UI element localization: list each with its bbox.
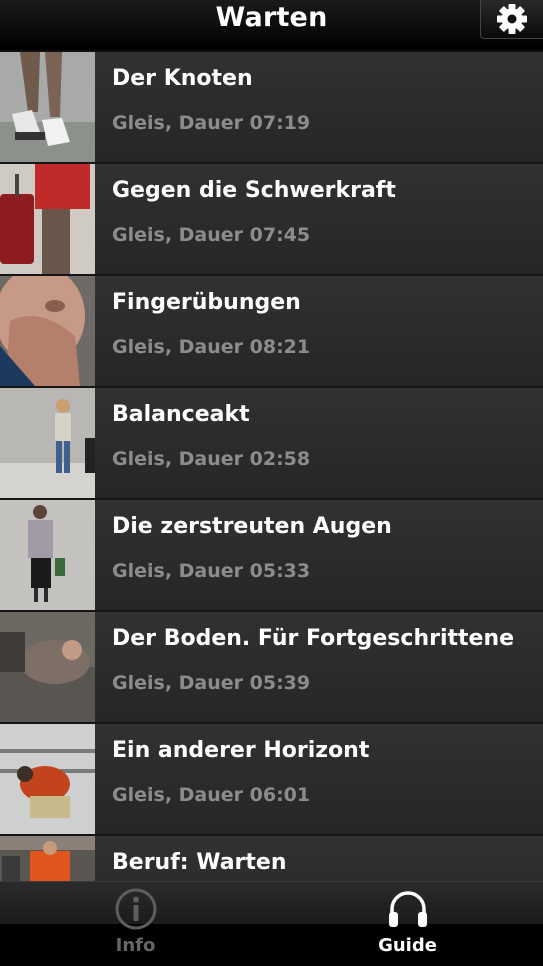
list-item[interactable]: Ein anderer Horizont Gleis, Dauer 06:01 bbox=[0, 724, 543, 836]
tab-info[interactable]: Info bbox=[0, 882, 271, 966]
item-title: Balanceakt bbox=[112, 402, 250, 427]
item-title: Beruf: Warten bbox=[112, 850, 287, 875]
headphones-icon bbox=[388, 891, 427, 927]
thumbnail-image bbox=[0, 276, 95, 386]
list-item[interactable]: Gegen die Schwerkraft Gleis, Dauer 07:45 bbox=[0, 164, 543, 276]
item-title: Fingerübungen bbox=[112, 290, 301, 315]
list-item[interactable]: Der Knoten Gleis, Dauer 07:19 bbox=[0, 52, 543, 164]
list-item[interactable]: Die zerstreuten Augen Gleis, Dauer 05:33 bbox=[0, 500, 543, 612]
app-header: Warten bbox=[0, 0, 543, 52]
item-subtitle: Gleis, Dauer 05:39 bbox=[112, 672, 311, 694]
item-subtitle: Gleis, Dauer 02:58 bbox=[112, 448, 311, 470]
thumbnail-image bbox=[0, 836, 95, 881]
info-icon bbox=[115, 888, 156, 930]
tab-info-label: Info bbox=[115, 935, 156, 956]
list-item[interactable]: Der Boden. Für Fortgeschrittene Gleis, D… bbox=[0, 612, 543, 724]
tab-guide[interactable]: Guide bbox=[272, 882, 543, 966]
tab-guide-label: Guide bbox=[378, 935, 437, 956]
item-subtitle: Gleis, Dauer 08:21 bbox=[112, 336, 311, 358]
item-subtitle: Gleis, Dauer 06:01 bbox=[112, 784, 311, 806]
item-title: Ein anderer Horizont bbox=[112, 738, 370, 763]
settings-button[interactable] bbox=[480, 0, 543, 39]
thumbnail-image bbox=[0, 724, 95, 834]
item-title: Gegen die Schwerkraft bbox=[112, 178, 396, 203]
thumbnail-image bbox=[0, 388, 95, 498]
item-title: Die zerstreuten Augen bbox=[112, 514, 392, 539]
list-item[interactable]: Balanceakt Gleis, Dauer 02:58 bbox=[0, 388, 543, 500]
page-title: Warten bbox=[215, 2, 328, 33]
episode-list[interactable]: Der Knoten Gleis, Dauer 07:19 Gegen die … bbox=[0, 52, 543, 881]
item-title: Der Boden. Für Fortgeschrittene bbox=[112, 626, 515, 651]
item-subtitle: Gleis, Dauer 07:45 bbox=[112, 224, 311, 246]
thumbnail-image bbox=[0, 164, 95, 274]
tab-bar: Info Guide bbox=[0, 881, 543, 966]
gear-icon bbox=[497, 4, 527, 34]
item-title: Der Knoten bbox=[112, 66, 253, 91]
thumbnail-image bbox=[0, 52, 95, 162]
item-subtitle: Gleis, Dauer 07:19 bbox=[112, 112, 311, 134]
list-item[interactable]: Fingerübungen Gleis, Dauer 08:21 bbox=[0, 276, 543, 388]
thumbnail-image bbox=[0, 500, 95, 610]
thumbnail-image bbox=[0, 612, 95, 722]
list-item[interactable]: Beruf: Warten bbox=[0, 836, 543, 881]
item-subtitle: Gleis, Dauer 05:33 bbox=[112, 560, 311, 582]
